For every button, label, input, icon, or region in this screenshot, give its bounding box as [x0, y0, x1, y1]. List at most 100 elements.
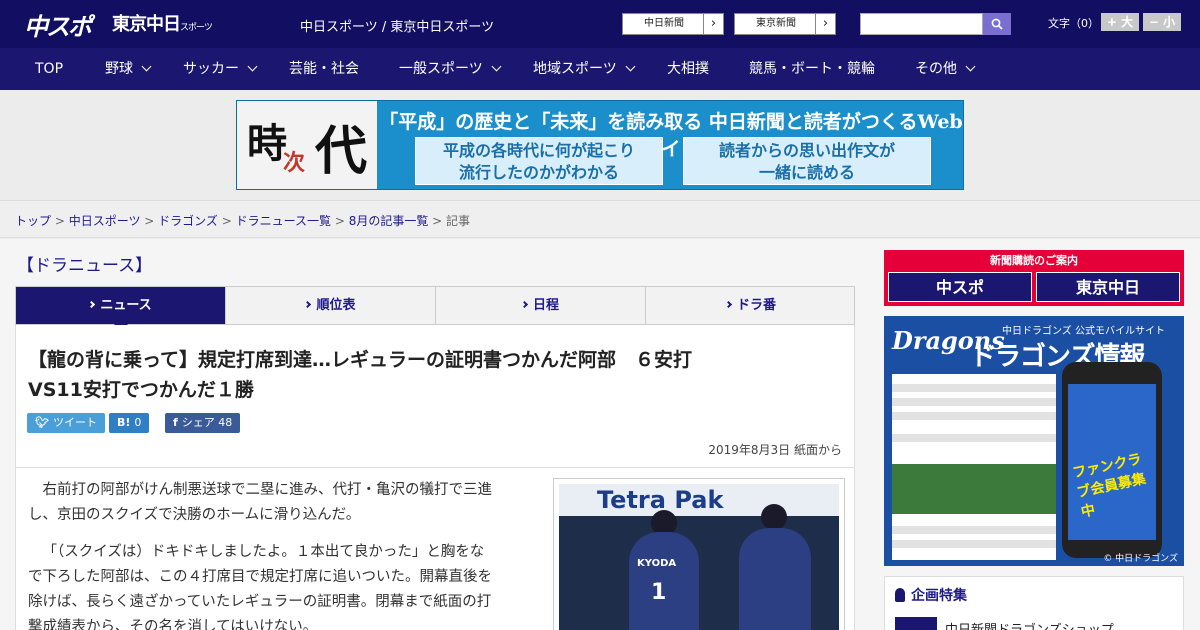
dragons-mobile-ad[interactable]: Dragons 中日ドラゴンズ 公式モバイルサイト ドラゴンズ情報 ファンクラブ… — [884, 316, 1184, 566]
nav-item-top[interactable]: TOP — [35, 48, 63, 90]
article-header: 【龍の背に乗って】規定打席到達…レギュラーの証明書つかんだ阿部 ６安打 VS11… — [15, 325, 855, 468]
player-figure: KYODA 1 — [629, 532, 699, 630]
score-row — [892, 526, 1056, 534]
breadcrumb-link[interactable]: 中日スポーツ — [69, 214, 141, 228]
jidai-char-1: 時 — [247, 120, 287, 167]
chevron-right-icon — [724, 300, 733, 309]
ad-scoreboard-screen — [892, 374, 1056, 560]
nav-label: その他 — [915, 61, 957, 77]
tokyo-chunichi-logo[interactable]: 東京中日スポーツ — [112, 10, 213, 36]
breadcrumb-link[interactable]: トップ — [15, 214, 51, 228]
player-head — [761, 504, 787, 530]
subscribe-tokyo-button[interactable]: 東京中日 — [1036, 272, 1180, 302]
article-paragraph: 右前打の阿部がけん制悪送球で二塁に進み、代打・亀沢の犠打で三進 し、京田のスクイ… — [28, 478, 548, 528]
article-body: 右前打の阿部がけん制悪送球で二塁に進み、代打・亀沢の犠打で三進 し、京田のスクイ… — [15, 468, 855, 630]
font-size-up-button[interactable]: + 大 — [1101, 13, 1139, 31]
special-thumbnail[interactable] — [895, 617, 937, 630]
nav-label: TOP — [35, 61, 64, 77]
chevron-down-icon — [625, 61, 636, 72]
nav-label: 一般スポーツ — [399, 61, 483, 77]
chevron-right-icon: › — [703, 14, 723, 34]
score-row — [892, 412, 1056, 420]
facebook-share-button[interactable]: f シェア 48 — [165, 413, 241, 433]
chevron-down-icon — [247, 61, 258, 72]
section-title: 【ドラニュース】 — [17, 256, 153, 276]
uniform-name: KYODA — [637, 558, 677, 569]
para-line: 「（スクイズは）ドキドキしましたよ。１本出て良かった」と胸をな — [42, 544, 485, 560]
article-photo[interactable]: Tetra Pak KYODA 1 — [553, 478, 845, 630]
search-button[interactable] — [983, 13, 1011, 35]
banner-box-text: 読者からの思い出作文が — [718, 141, 895, 160]
photo-ad-wall: Tetra Pak — [559, 484, 839, 516]
nav-item-local-sports[interactable]: 地域スポーツ — [533, 48, 636, 90]
chevron-down-icon — [491, 61, 502, 72]
nav-item-soccer[interactable]: サッカー — [183, 48, 258, 90]
special-title-text: 企画特集 — [911, 588, 967, 604]
nav-label: 地域スポーツ — [533, 61, 617, 77]
uniform-number: 1 — [651, 580, 667, 605]
nav-label: サッカー — [183, 61, 239, 77]
article-dateline: 2019年8月3日 紙面から — [708, 443, 842, 457]
nav-item-sumo[interactable]: 大相撲 — [667, 48, 709, 90]
breadcrumb-current: 記事 — [446, 214, 471, 228]
hatena-bookmark-button[interactable]: B! 0 — [109, 413, 150, 433]
nav-label: 競馬・ボート・競輪 — [749, 61, 875, 77]
paper-link-label: 東京新聞 — [756, 18, 796, 29]
tokyo-logo-sub: スポーツ — [180, 23, 213, 33]
hatena-icon: B! — [117, 416, 131, 429]
tweet-button[interactable]: 🐦︎ ツイート — [27, 413, 105, 433]
top-header: 中スポ 東京中日スポーツ 中日スポーツ / 東京中日スポーツ 中日新聞 › 東京… — [0, 0, 1200, 48]
font-size-down-button[interactable]: − 小 — [1143, 13, 1181, 31]
main-nav: TOP 野球 サッカー 芸能・社会 一般スポーツ 地域スポーツ 大相撲 競馬・ボ… — [0, 48, 1200, 90]
tweet-label: ツイート — [52, 416, 97, 429]
site-name: 中日スポーツ / 東京中日スポーツ — [300, 20, 495, 35]
ad-copyright: © 中日ドラゴンズ — [1103, 554, 1178, 564]
score-row — [892, 384, 1056, 392]
nav-item-entertainment[interactable]: 芸能・社会 — [289, 48, 359, 90]
headline-line: VS11安打でつかんだ１勝 — [28, 379, 254, 401]
chevron-right-icon: › — [815, 14, 835, 34]
tokyo-shimbun-link[interactable]: 東京新聞 › — [734, 13, 836, 35]
banner-box-text: 流行したのかがわかる — [458, 163, 619, 182]
tab-dora-ban[interactable]: ドラ番 — [646, 287, 856, 324]
chevron-right-icon — [520, 300, 529, 309]
tab-label: 順位表 — [316, 298, 356, 313]
phone-text: ファンクラブ会員募集中 — [1071, 451, 1148, 521]
subscribe-chuspo-button[interactable]: 中スポ — [888, 272, 1032, 302]
jidai-char-2: 次 — [283, 150, 306, 176]
nav-label: 野球 — [105, 61, 133, 77]
tab-label: ドラ番 — [736, 298, 776, 313]
chuspo-logo[interactable]: 中スポ — [24, 7, 92, 42]
facebook-count: 48 — [218, 416, 233, 429]
search-input[interactable] — [860, 13, 983, 35]
jidai-char-3: 代 — [315, 121, 368, 182]
breadcrumb-link[interactable]: 8月の記事一覧 — [349, 214, 429, 228]
tab-news[interactable]: ニュース — [16, 287, 226, 332]
banner-box-right: 読者からの思い出作文が 一緒に読める — [683, 137, 931, 185]
tab-label: ニュース — [100, 298, 152, 313]
article-paragraph: 「（スクイズは）ドキドキしましたよ。１本出て良かった」と胸をな で下ろした阿部は… — [28, 540, 548, 630]
breadcrumb-link[interactable]: ドラニュース一覧 — [236, 214, 331, 228]
jidai-ad-banner[interactable]: 時 次 代 「平成」の歴史と「未来」を読み取る 中日新聞と読者がつくるWebサイ… — [236, 100, 964, 190]
jidai-logo: 時 次 代 — [237, 101, 377, 189]
article-headline: 【龍の背に乗って】規定打席到達…レギュラーの証明書つかんだ阿部 ６安打 VS11… — [28, 345, 828, 405]
banner-box-text: 平成の各時代に何が起こり — [442, 141, 635, 160]
chunichi-shimbun-link[interactable]: 中日新聞 › — [622, 13, 724, 35]
nav-label: 大相撲 — [667, 61, 709, 77]
special-item-link[interactable]: 中日新聞ドラゴンズショップ — [945, 619, 1114, 630]
breadcrumb-bar: トップ > 中日スポーツ > ドラゴンズ > ドラニュース一覧 > 8月の記事一… — [0, 200, 1200, 238]
paper-link-label: 中日新聞 — [644, 18, 684, 29]
headline-line: 【龍の背に乗って】規定打席到達…レギュラーの証明書つかんだ阿部 ６安打 — [28, 349, 693, 371]
chevron-down-icon — [965, 61, 976, 72]
nav-item-racing[interactable]: 競馬・ボート・競輪 — [749, 48, 875, 90]
ad-subtitle: 中日ドラゴンズ 公式モバイルサイト — [1002, 326, 1165, 337]
para-line: 除けば、長らく遠ざかっていたレギュラーの証明書。閉幕まで紙面の打 — [28, 594, 492, 610]
breadcrumb-link[interactable]: ドラゴンズ — [158, 214, 218, 228]
subscription-box: 新聞購読のご案内 中スポ 東京中日 — [884, 250, 1184, 306]
tab-standings[interactable]: 順位表 — [226, 287, 436, 324]
tab-schedule[interactable]: 日程 — [436, 287, 646, 324]
nav-item-other[interactable]: その他 — [915, 48, 976, 90]
nav-item-general-sports[interactable]: 一般スポーツ — [399, 48, 502, 90]
nav-item-baseball[interactable]: 野球 — [105, 48, 152, 90]
para-line: し、京田のスクイズで決勝のホームに滑り込んだ。 — [28, 507, 361, 523]
